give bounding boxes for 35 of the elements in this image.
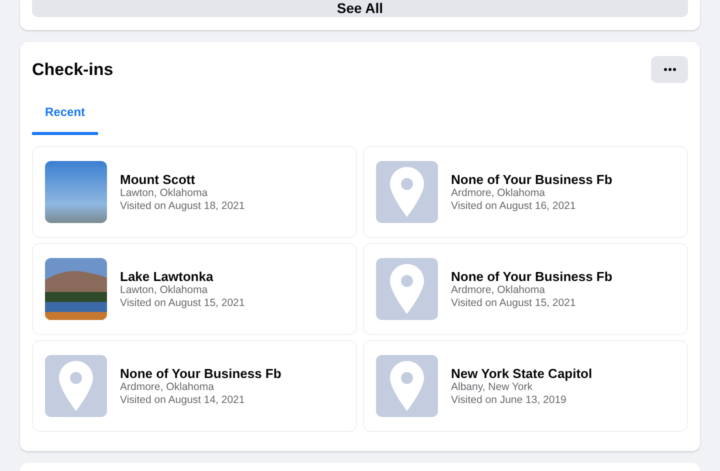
section-title: Check-ins: [32, 60, 114, 80]
place-location: Lawton, Oklahoma: [120, 186, 209, 200]
location-pin-icon: [390, 264, 424, 314]
location-pin-icon: [390, 361, 424, 411]
visit-date: Visited on August 15, 2021: [120, 296, 245, 310]
place-name: None of Your Business Fb: [451, 172, 612, 186]
place-location: Lawton, Oklahoma: [120, 284, 209, 296]
tab[interactable]: Recent: [32, 95, 98, 135]
place-location: Ardmore, Oklahoma: [120, 380, 215, 394]
check-in-card[interactable]: None of Your Business Fb Ardmore, Oklahoma Visited on August 16, 2021: [363, 146, 688, 238]
visit-date: Visited on August 16, 2021: [451, 200, 577, 212]
check-in-card[interactable]: None of Your Business Fb Ardmore, Oklahoma Visited on August 14, 2021: [32, 340, 357, 432]
visit-date: Visited on June 13, 2019: [451, 394, 568, 406]
more-button[interactable]: [651, 56, 688, 83]
location-pin-icon: [390, 167, 424, 217]
place-name: None of Your Business Fb: [451, 268, 612, 284]
landscape-photo-drawing: [45, 258, 107, 320]
place-name: None of Your Business Fb: [120, 366, 282, 380]
photo-placeholder: [45, 161, 107, 223]
visit-date: Visited on August 18, 2021: [120, 200, 245, 212]
place-name: Lake Lawtonka: [120, 268, 214, 284]
more-icon: [664, 68, 676, 71]
place-name: Mount Scott: [120, 172, 196, 186]
place-location: Albany, New York: [451, 380, 534, 394]
place-location: Ardmore, Oklahoma: [451, 284, 546, 296]
visit-date: Visited on August 15, 2021: [451, 296, 577, 310]
see-all-button[interactable]: See All: [32, 0, 688, 17]
place-name: New York State Capitol: [451, 366, 592, 380]
place-location: Ardmore, Oklahoma: [451, 186, 546, 200]
check-in-card[interactable]: None of Your Business Fb Ardmore, Oklahoma Visited on August 15, 2021: [363, 243, 688, 335]
check-in-card[interactable]: Mount Scott Lawton, Oklahoma Visited on August 18, 2021: [32, 146, 357, 238]
check-in-card[interactable]: Lake Lawtonka Lawton, Oklahoma Visited on August 15, 2021: [32, 243, 357, 335]
check-in-card[interactable]: New York State Capitol Albany, New York Visited on June 13, 2019: [363, 340, 688, 432]
location-pin-icon: [59, 361, 93, 411]
visit-date: Visited on August 14, 2021: [120, 394, 246, 406]
